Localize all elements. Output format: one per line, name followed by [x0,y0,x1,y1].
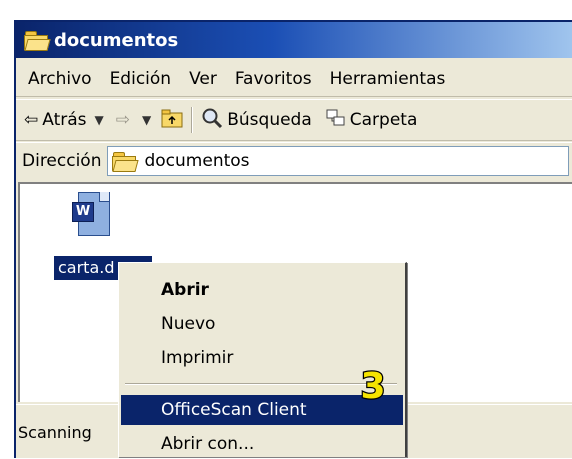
menu-herramientas[interactable]: Herramientas [330,69,446,89]
menu-favoritos[interactable]: Favoritos [235,69,312,89]
address-bar: Dirección documentos [16,142,572,179]
search-icon [201,107,223,134]
title-bar[interactable]: documentos [16,22,572,58]
address-field[interactable]: documentos [107,146,570,176]
folders-label: Carpeta [349,110,418,130]
back-label: Atrás [42,110,87,130]
search-button[interactable]: Búsqueda [201,107,312,134]
forward-button[interactable]: ⇨ ▼ [116,110,151,130]
word-document-icon[interactable]: W [72,192,112,238]
folder-icon [112,152,140,172]
up-button[interactable] [161,108,183,133]
menu-item-abrir[interactable]: Abrir [121,275,403,305]
folder-icon [24,31,51,51]
back-button[interactable]: ⇦ Atrás ▼ [24,110,104,130]
step-number: 3 [360,366,385,404]
menu-edicion[interactable]: Edición [110,69,172,89]
toolbar-separator [191,107,194,133]
up-folder-icon [161,108,183,133]
address-value: documentos [144,151,250,171]
step-number-badge: 3 [352,364,394,409]
back-arrow-icon: ⇦ [24,110,39,130]
search-label: Búsqueda [227,110,312,130]
menu-archivo[interactable]: Archivo [28,69,92,89]
chevron-down-icon[interactable]: ▼ [95,113,104,127]
window-title: documentos [54,29,179,51]
chevron-down-icon[interactable]: ▼ [142,113,151,127]
menu-bar: Archivo Edición Ver Favoritos Herramient… [16,62,572,97]
toolbar: ⇦ Atrás ▼ ⇨ ▼ Búsqueda Carpeta [16,99,572,141]
folders-button[interactable]: Carpeta [326,108,418,133]
status-text: Scanning [18,422,92,442]
folders-icon [326,108,346,133]
address-label: Dirección [22,151,102,171]
context-menu: Abrir Nuevo Imprimir OfficeScan Client A… [118,262,407,457]
menu-item-nuevo[interactable]: Nuevo [121,309,403,339]
menu-ver[interactable]: Ver [189,69,217,89]
forward-arrow-icon: ⇨ [115,110,130,130]
menu-item-abrir-con[interactable]: Abrir con... [121,429,403,459]
